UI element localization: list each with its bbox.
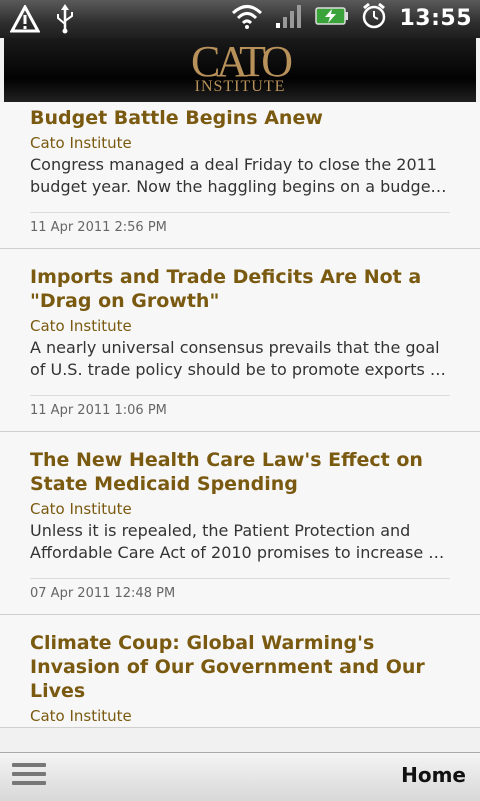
wifi-icon [231,3,263,33]
article-date: 11 Apr 2011 1:06 PM [30,403,167,418]
article-date: 11 Apr 2011 2:56 PM [30,220,167,235]
home-button[interactable]: Home [401,763,466,787]
article-list[interactable]: Budget Battle Begins Anew Cato Institute… [0,102,480,752]
article-source: Cato Institute [30,707,132,725]
status-bar: 13:55 [0,0,480,38]
battery-charging-icon [315,5,349,31]
bottom-bar: Home [0,752,480,801]
article-item[interactable]: The New Health Care Law's Effect on Stat… [0,432,480,615]
article-source: Cato Institute [30,500,132,518]
article-title[interactable]: Imports and Trade Deficits Are Not a "Dr… [30,265,450,313]
article-summary: Unless it is repealed, the Patient Prote… [30,521,450,562]
cato-logo: CATO INSTITUTE [4,40,476,95]
article-date: 07 Apr 2011 12:48 PM [30,586,176,601]
menu-icon[interactable] [12,763,46,791]
article-source: Cato Institute [30,134,132,152]
logo-sub-text: INSTITUTE [194,78,286,95]
article-summary: Congress managed a deal Friday to close … [30,155,450,196]
clock-time: 13:55 [399,5,472,31]
article-summary: A nearly universal consensus prevails th… [30,338,450,379]
header-banner: CATO INSTITUTE [4,38,476,102]
article-title[interactable]: Climate Coup: Global Warming's Invasion … [30,631,450,703]
usb-icon [54,4,76,38]
article-item[interactable]: Budget Battle Begins Anew Cato Institute… [0,102,480,249]
article-title[interactable]: Budget Battle Begins Anew [30,106,450,130]
article-source: Cato Institute [30,317,132,335]
article-item[interactable]: Climate Coup: Global Warming's Invasion … [0,615,480,728]
warning-icon [9,3,41,37]
article-item[interactable]: Imports and Trade Deficits Are Not a "Dr… [0,249,480,432]
article-title[interactable]: The New Health Care Law's Effect on Stat… [30,448,450,496]
signal-icon [275,3,303,33]
alarm-icon [361,2,387,34]
